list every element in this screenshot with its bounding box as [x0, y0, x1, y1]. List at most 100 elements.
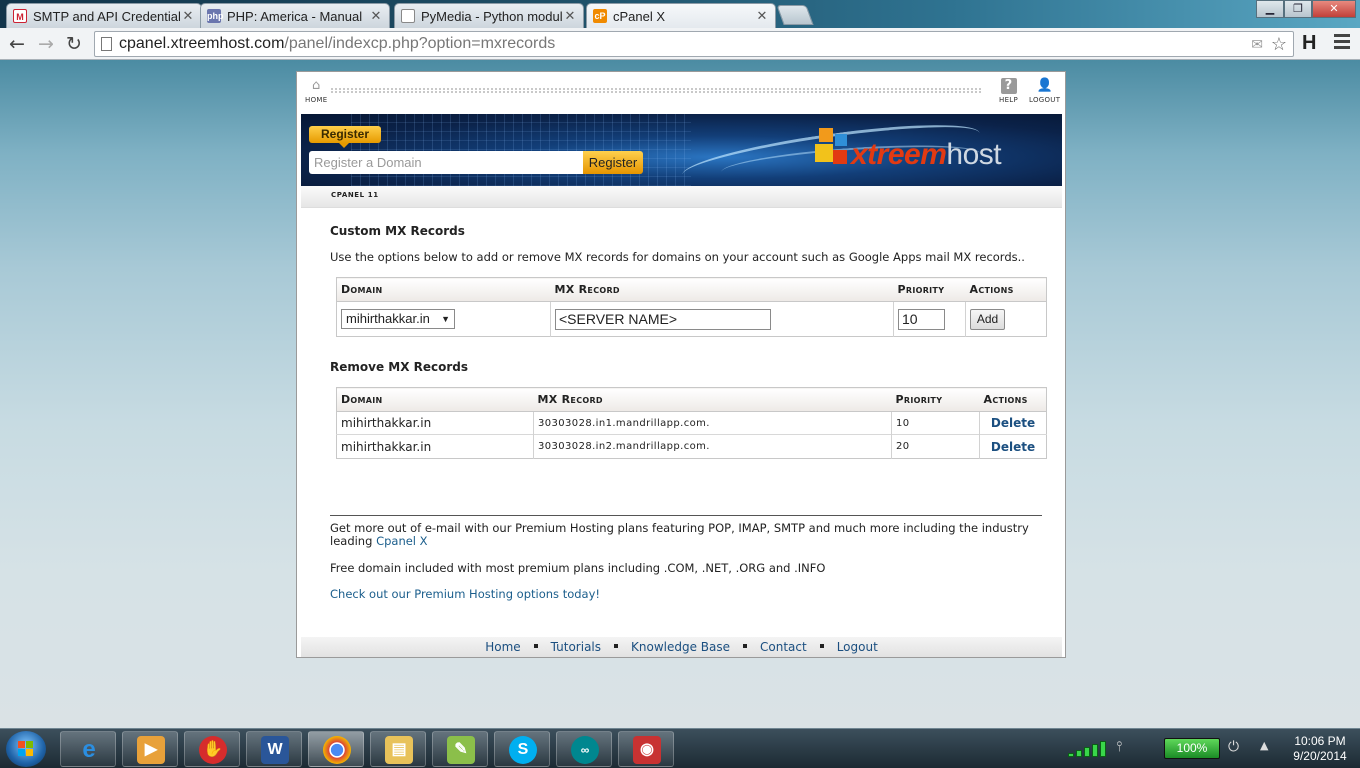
extension-icon[interactable]: ✉ — [1251, 32, 1263, 56]
taskbar-media[interactable]: ▶ — [122, 731, 178, 767]
browser-toolbar: ← → ↻ cpanel.xtreemhost.com/panel/indexc… — [0, 28, 1360, 60]
taskbar-notepadpp[interactable]: ✎ — [432, 731, 488, 767]
show-hidden-icons-icon[interactable]: ▲ — [1260, 739, 1268, 752]
column-header-priority: Priority — [893, 277, 966, 302]
skype-icon: S — [509, 736, 537, 764]
clock-time: 10:06 PM — [1294, 734, 1346, 748]
footer-link-contact[interactable]: Contact — [760, 640, 807, 654]
register-domain-input[interactable]: Register a Domain — [309, 151, 583, 174]
cpanel-version-bar: CPANEL 11 — [301, 186, 1062, 208]
network-signal-icon[interactable] — [1068, 741, 1108, 757]
footer-separator — [743, 644, 748, 648]
taskbar-app[interactable]: ✋ — [184, 731, 240, 767]
cpanel-icon: cP — [593, 9, 607, 23]
tab-close-icon[interactable]: ✕ — [369, 8, 383, 24]
taskbar-skype[interactable]: S — [494, 731, 550, 767]
system-tray: ⫯ 100% ⏻ ▲ 10:06 PM 9/20/2014 — [1054, 729, 1360, 768]
domain-select[interactable]: mihirthakkar.in ▼ — [341, 309, 455, 329]
add-mx-row: mihirthakkar.in ▼ <SERVER NAME> 10 Add — [336, 301, 1047, 337]
domain-cell: mihirthakkar.in — [336, 434, 534, 459]
logout-button[interactable]: 👤 LOGOUT — [1029, 78, 1060, 104]
taskbar-chrome[interactable] — [308, 731, 364, 767]
chrome-icon — [323, 736, 351, 764]
home-button[interactable]: ⌂ HOME — [305, 78, 327, 104]
wifi-icon[interactable]: ⫯ — [1116, 739, 1122, 755]
footer-link-tutorials[interactable]: Tutorials — [551, 640, 601, 654]
footer-link-knowledge-base[interactable]: Knowledge Base — [631, 640, 730, 654]
mx-record-input[interactable]: <SERVER NAME> — [555, 308, 771, 330]
premium-hosting-link[interactable]: Check out our Premium Hosting options to… — [330, 587, 600, 601]
column-header-mx-record: MX Record — [533, 387, 892, 412]
header-banner: Register Register a Domain Register xtre… — [301, 114, 1062, 186]
help-button[interactable]: ? HELP — [999, 78, 1018, 104]
remove-mx-table: Domain MX Record Priority Actions mihirt… — [336, 387, 1047, 459]
menu-icon[interactable] — [1334, 34, 1350, 52]
forward-icon[interactable]: → — [34, 32, 58, 56]
delete-link[interactable]: Delete — [991, 416, 1035, 430]
priority-input[interactable]: 10 — [898, 308, 945, 330]
taskbar-ie[interactable]: e — [60, 731, 116, 767]
promo-text: Get more out of e-mail with our Premium … — [330, 522, 1030, 548]
php-icon: php — [207, 9, 224, 23]
footer-nav: Home Tutorials Knowledge Base Contact Logout — [301, 637, 1062, 657]
battery-indicator[interactable]: 100% — [1164, 738, 1220, 759]
taskbar-word[interactable]: W — [246, 731, 302, 767]
start-button[interactable] — [6, 731, 46, 767]
tab-cpanel[interactable]: cP cPanel X ✕ — [586, 3, 776, 28]
taskbar: e ▶ ✋ W ▤ ✎ S ∞ ◉ ⫯ 100% ⏻ ▲ 10:06 PM 9/… — [0, 728, 1360, 768]
tab-label: cPanel X — [613, 8, 666, 24]
priority-cell: 10 — [891, 411, 980, 435]
clock[interactable]: 10:06 PM 9/20/2014 — [1280, 734, 1360, 764]
cpanel-label: CPANEL 11 — [331, 191, 379, 199]
ie-icon: e — [82, 736, 96, 763]
power-plug-icon[interactable]: ⏻ — [1228, 739, 1239, 755]
gmail-icon: M — [13, 9, 27, 23]
page-icon — [401, 9, 415, 23]
mx-cell: 30303028.in2.mandrillapp.com. — [533, 434, 892, 459]
top-navigation: ⌂ HOME ? HELP 👤 LOGOUT — [301, 76, 1061, 114]
tab-close-icon[interactable]: ✕ — [181, 8, 195, 24]
home-icon: ⌂ — [311, 78, 321, 93]
register-button[interactable]: Register — [583, 151, 643, 174]
cpanel-page: ⌂ HOME ? HELP 👤 LOGOUT Register Register… — [296, 71, 1066, 658]
logout-label: LOGOUT — [1029, 96, 1061, 104]
actions-cell: Delete — [979, 434, 1047, 459]
footer-link-home[interactable]: Home — [485, 640, 520, 654]
column-header-domain: Domain — [336, 277, 551, 302]
tab-pymedia[interactable]: PyMedia - Python module ✕ — [394, 3, 584, 28]
add-button[interactable]: Add — [970, 308, 1005, 330]
tab-label: PHP: America - Manual — [227, 8, 363, 24]
actions-cell: Add — [965, 301, 1047, 337]
minimize-icon[interactable]: ▁ — [1256, 0, 1284, 18]
free-domain-text: Free domain included with most premium p… — [330, 561, 826, 575]
back-icon[interactable]: ← — [5, 32, 29, 56]
new-tab-button[interactable] — [776, 5, 814, 25]
taskbar-explorer[interactable]: ▤ — [370, 731, 426, 767]
help-icon: ? — [1000, 78, 1017, 94]
taskbar-arduino[interactable]: ∞ — [556, 731, 612, 767]
tab-smtp-credentials[interactable]: M SMTP and API Credentials ✕ — [6, 3, 202, 28]
cpanel-x-link[interactable]: Cpanel X — [376, 534, 427, 548]
taskbar-camera[interactable]: ◉ — [618, 731, 674, 767]
domain-cell: mihirthakkar.in — [336, 411, 534, 435]
table-row: mihirthakkar.in 30303028.in1.mandrillapp… — [336, 411, 1047, 435]
logo-cube-icon — [813, 128, 853, 172]
address-bar[interactable]: cpanel.xtreemhost.com/panel/indexcp.php?… — [94, 31, 1294, 57]
reload-icon[interactable]: ↻ — [62, 32, 86, 56]
tab-close-icon[interactable]: ✕ — [755, 8, 769, 24]
footer-link-logout[interactable]: Logout — [837, 640, 878, 654]
tab-php-manual[interactable]: php PHP: America - Manual ✕ — [200, 3, 390, 28]
tab-close-icon[interactable]: ✕ — [563, 8, 577, 24]
custom-mx-description: Use the options below to add or remove M… — [330, 250, 1025, 264]
mx-cell: <SERVER NAME> — [550, 301, 894, 337]
bookmark-star-icon[interactable]: ☆ — [1271, 32, 1287, 56]
h-extension-button[interactable]: H — [1302, 32, 1316, 55]
delete-link[interactable]: Delete — [991, 440, 1035, 454]
register-tag: Register — [309, 126, 381, 148]
logo-text-host: host — [946, 138, 1002, 171]
close-window-icon[interactable]: ✕ — [1312, 0, 1356, 18]
promo-line-1b: leading — [330, 534, 377, 548]
maximize-icon[interactable]: ❐ — [1284, 0, 1312, 18]
column-header-actions: Actions — [965, 277, 1047, 302]
priority-cell: 20 — [891, 434, 980, 459]
